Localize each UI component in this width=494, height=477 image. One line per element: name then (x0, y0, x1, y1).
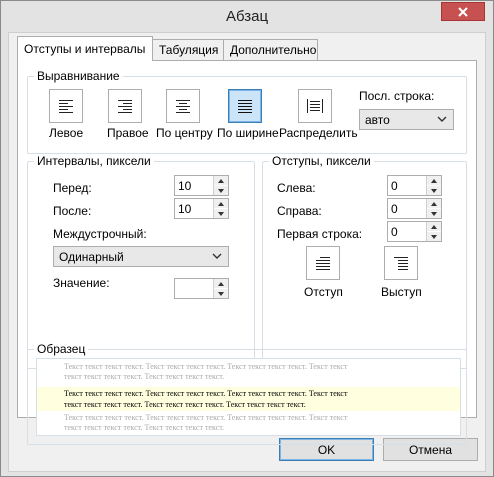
align-distribute-label: Распределить (279, 126, 358, 140)
align-center-icon (176, 100, 190, 113)
spin-up-button[interactable] (214, 176, 228, 185)
spin-up-button[interactable] (427, 222, 441, 231)
spacing-value-stepper[interactable] (174, 278, 229, 299)
paragraph-dialog: Абзац Отступы и интервалы Табуляция Допо… (0, 0, 494, 477)
indent-label: Отступ (304, 285, 343, 299)
spin-down-button[interactable] (427, 186, 441, 195)
align-distribute-icon (307, 99, 323, 113)
spacing-after-value: 10 (178, 202, 192, 216)
preview-prev-line: Текст текст текст текст. Текст текст тек… (64, 362, 348, 371)
indents-group: Отступы, пиксели Слева: 0 Справа: 0 Перв… (262, 154, 467, 369)
alignment-legend: Выравнивание (34, 69, 123, 83)
spacing-value-label: Значение: (53, 276, 110, 290)
spin-down-button[interactable] (427, 209, 441, 218)
align-left-button[interactable] (49, 89, 83, 123)
align-left-label: Левое (49, 126, 84, 140)
preview-prev-line: текст текст текст текст. Текст текст тек… (64, 372, 225, 381)
last-line-label: Посл. строка: (359, 89, 435, 103)
indent-left-stepper[interactable]: 0 (387, 175, 442, 196)
align-justify-label: По ширине (217, 126, 279, 140)
spacing-group: Интервалы, пиксели Перед: 10 После: 10 М… (27, 154, 255, 369)
title-bar[interactable]: Абзац (1, 1, 493, 32)
align-right-label: Правое (107, 126, 149, 140)
indent-left-label: Слева: (277, 181, 316, 195)
alignment-group: Выравнивание Левое Правое По центру По ш… (27, 69, 467, 154)
tab-additional[interactable]: Дополнительно (223, 39, 318, 60)
preview-group: Образец Текст текст текст текст. Текст т… (27, 342, 467, 445)
spacing-legend: Интервалы, пиксели (34, 154, 154, 168)
close-button[interactable] (441, 2, 485, 21)
indent-left-value: 0 (391, 179, 398, 193)
tab-label: Отступы и интервалы (24, 42, 146, 56)
line-spacing-value: Одинарный (59, 250, 124, 264)
spin-down-button[interactable] (214, 209, 228, 218)
outdent-button[interactable] (384, 246, 418, 280)
indent-right-label: Справа: (277, 204, 322, 218)
spacing-after-label: После: (53, 204, 92, 218)
last-line-value: авто (365, 113, 390, 127)
tab-panel-indents-spacing: Выравнивание Левое Правое По центру По ш… (17, 60, 477, 445)
align-right-button[interactable] (108, 89, 142, 123)
spin-up-button[interactable] (214, 199, 228, 208)
outdent-label: Выступ (381, 285, 422, 299)
align-distribute-button[interactable] (298, 89, 332, 123)
window-title: Абзац (225, 8, 269, 25)
tab-indents-spacing[interactable]: Отступы и интервалы (17, 36, 153, 61)
last-line-select[interactable]: авто (359, 109, 454, 130)
indent-icon (316, 257, 330, 270)
line-spacing-select[interactable]: Одинарный (53, 246, 229, 267)
spacing-after-stepper[interactable]: 10 (174, 198, 229, 219)
first-line-stepper[interactable]: 0 (387, 221, 442, 242)
first-line-label: Первая строка: (277, 227, 363, 241)
spacing-before-stepper[interactable]: 10 (174, 175, 229, 196)
spin-up-button[interactable] (427, 199, 441, 208)
align-left-icon (59, 100, 73, 113)
spin-down-button[interactable] (214, 186, 228, 195)
indent-button[interactable] (306, 246, 340, 280)
preview-current-line: текст текст текст текст. Текст текст тек… (64, 400, 306, 409)
preview-current-line: Текст текст текст текст. Текст текст тек… (64, 389, 348, 398)
line-spacing-label: Междустрочный: (53, 227, 147, 241)
align-right-icon (118, 100, 132, 113)
indents-legend: Отступы, пиксели (269, 154, 374, 168)
align-justify-button[interactable] (228, 89, 262, 123)
spin-up-button[interactable] (427, 176, 441, 185)
spin-down-button[interactable] (214, 289, 228, 298)
preview-next-line: текст текст текст текст. Текст текст тек… (64, 423, 225, 432)
preview-current-paragraph: Текст текст текст текст. Текст текст тек… (37, 387, 460, 411)
dialog-body: Отступы и интервалы Табуляция Дополнител… (8, 32, 486, 472)
preview-legend: Образец (34, 342, 89, 356)
indent-right-stepper[interactable]: 0 (387, 198, 442, 219)
chevron-down-icon (437, 116, 447, 122)
align-center-button[interactable] (166, 89, 200, 123)
preview-box: Текст текст текст текст. Текст текст тек… (36, 358, 461, 436)
align-justify-icon (238, 100, 252, 113)
spin-down-button[interactable] (427, 232, 441, 241)
spacing-before-value: 10 (178, 179, 192, 193)
indent-right-value: 0 (391, 202, 398, 216)
spin-up-button[interactable] (214, 279, 228, 288)
preview-next-line: Текст текст текст текст. Текст текст тек… (64, 413, 348, 422)
spacing-before-label: Перед: (53, 181, 92, 195)
close-icon (458, 6, 468, 17)
tab-label: Дополнительно (230, 43, 317, 57)
first-line-value: 0 (391, 225, 398, 239)
tab-tabulation[interactable]: Табуляция (152, 39, 224, 60)
tab-label: Табуляция (159, 43, 219, 57)
chevron-down-icon (212, 253, 222, 259)
align-center-label: По центру (156, 126, 213, 140)
outdent-icon (394, 257, 408, 270)
